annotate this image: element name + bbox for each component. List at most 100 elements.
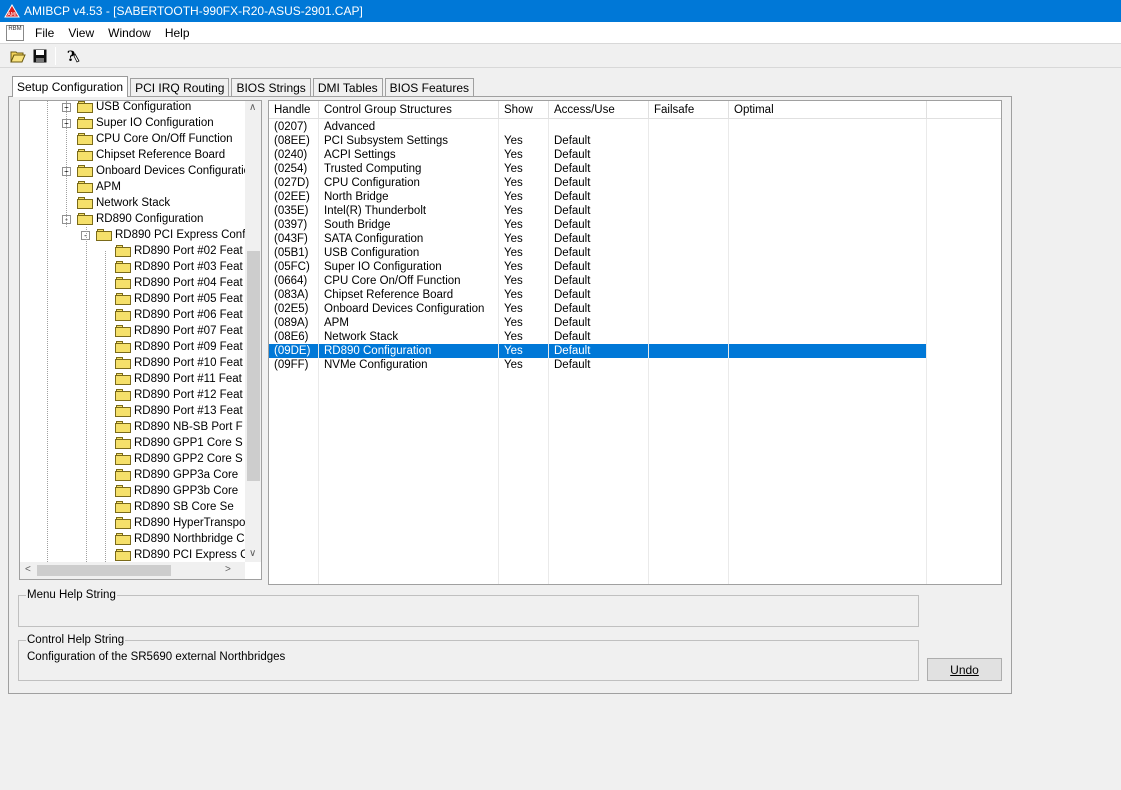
table-row[interactable]: (0240) ACPI Settings Yes Default [269, 148, 927, 162]
tree-vertical-scroll-thumb[interactable] [247, 251, 260, 481]
table-cell: Yes [504, 345, 523, 357]
table-cell: Yes [504, 303, 523, 315]
tree-item[interactable]: RD890 Port #02 Feat [100, 243, 243, 259]
tab-bios-strings[interactable]: BIOS Strings [231, 78, 311, 97]
column-header[interactable]: Show [499, 101, 549, 119]
save-icon[interactable] [29, 46, 51, 66]
scroll-down-arrow-icon[interactable]: ∨ [249, 548, 256, 559]
help-icon[interactable]: ? [62, 46, 84, 66]
tree-item[interactable]: RD890 GPP3a Core [100, 467, 238, 483]
tree-item[interactable]: RD890 Port #10 Feat [100, 355, 243, 371]
table-cell: (035E) [274, 205, 309, 217]
scroll-left-arrow-icon[interactable]: < [25, 564, 31, 575]
table-cell [649, 176, 729, 190]
menu-view[interactable]: View [61, 26, 101, 40]
table-row[interactable]: (027D) CPU Configuration Yes Default [269, 176, 927, 190]
table-cell: (0397) [274, 219, 308, 231]
menu-help[interactable]: Help [158, 26, 197, 40]
tree-item[interactable]: RD890 PCI Express C [100, 547, 245, 562]
tab-setup-configuration[interactable]: Setup Configuration [12, 76, 129, 97]
folder-icon [77, 197, 93, 209]
tree-item[interactable]: RD890 Port #04 Feat [100, 275, 243, 291]
tab-dmi-tables[interactable]: DMI Tables [312, 78, 383, 97]
tree-item-label: RD890 Port #05 Feat [134, 293, 243, 305]
tree-item[interactable]: RD890 GPP2 Core S [100, 451, 243, 467]
tree-item[interactable]: CPU Core On/Off Function [62, 131, 233, 147]
table-row[interactable]: (08E6) Network Stack Yes Default [269, 330, 927, 344]
tree-item[interactable]: RD890 Port #11 Feat [100, 371, 242, 387]
table-row[interactable]: (05FC) Super IO Configuration Yes Default [269, 260, 927, 274]
column-header[interactable]: Control Group Structures [319, 101, 499, 119]
table-row[interactable]: (08EE) PCI Subsystem Settings Yes Default [269, 134, 927, 148]
system-menu-icon[interactable]: RBM [6, 24, 24, 41]
tree-item[interactable]: Chipset Reference Board [62, 147, 225, 163]
table-cell [729, 302, 927, 316]
menu-file[interactable]: File [28, 26, 61, 40]
column-header[interactable]: Optimal [729, 101, 927, 119]
tree-item[interactable]: RD890 SB Core Se [100, 499, 234, 515]
grid-header: Handle Control Group Structures Show Access… [269, 101, 1001, 119]
table-cell: Network Stack [324, 331, 399, 343]
tree-item[interactable]: RD890 Port #07 Feat [100, 323, 243, 339]
tree-item[interactable]: - RD890 PCI Express Conf [81, 227, 245, 243]
table-row[interactable]: (0254) Trusted Computing Yes Default [269, 162, 927, 176]
tree-item[interactable]: + USB Configuration [62, 101, 191, 115]
tree-item[interactable]: APM [62, 179, 121, 195]
folder-icon [115, 389, 131, 401]
undo-button[interactable]: Undo [927, 658, 1002, 681]
window-title: AMIBCP v4.53 - [SABERTOOTH-990FX-R20-ASU… [24, 4, 363, 18]
toolbar-separator [55, 46, 56, 65]
table-row[interactable]: (083A) Chipset Reference Board Yes Default [269, 288, 927, 302]
table-cell: (09FF) [274, 359, 309, 371]
table-row[interactable]: (0207) Advanced [269, 120, 927, 134]
control-group-grid[interactable]: Handle Control Group Structures Show Access… [268, 100, 1002, 585]
table-row[interactable]: (0397) South Bridge Yes Default [269, 218, 927, 232]
tree-item[interactable]: RD890 Port #12 Feat [100, 387, 243, 403]
table-row[interactable]: (0664) CPU Core On/Off Function Yes Default [269, 274, 927, 288]
tab-bios-features[interactable]: BIOS Features [384, 78, 474, 97]
open-icon[interactable] [7, 46, 29, 66]
table-row[interactable]: (05B1) USB Configuration Yes Default [269, 246, 927, 260]
tree-item[interactable]: RD890 Port #09 Feat [100, 339, 243, 355]
scroll-up-arrow-icon[interactable]: ∧ [249, 102, 256, 113]
table-cell [649, 316, 729, 330]
tab-pci-irq-routing[interactable]: PCI IRQ Routing [130, 78, 230, 97]
table-row[interactable]: (02E5) Onboard Devices Configuration Yes De… [269, 302, 927, 316]
tree-item[interactable]: RD890 Northbridge C [100, 531, 245, 547]
scroll-right-arrow-icon[interactable]: > [225, 564, 231, 575]
tree-item[interactable]: + Onboard Devices Configuratio [62, 163, 245, 179]
tree-item[interactable]: RD890 Port #05 Feat [100, 291, 243, 307]
tree-item[interactable]: RD890 Port #13 Feat [100, 403, 243, 419]
table-row[interactable]: (09DE) RD890 Configuration Yes Default [269, 344, 927, 358]
tree-item[interactable]: RD890 GPP1 Core S [100, 435, 243, 451]
column-header[interactable]: Handle [269, 101, 319, 119]
table-row[interactable]: (09FF) NVMe Configuration Yes Default [269, 358, 927, 372]
tree-horizontal-scroll-thumb[interactable] [37, 565, 171, 576]
table-row[interactable]: (035E) Intel(R) Thunderbolt Yes Default [269, 204, 927, 218]
setup-tree[interactable]: + USB Configuration + Super IO Configuratio… [19, 100, 262, 580]
tree-item[interactable]: Network Stack [62, 195, 170, 211]
column-header[interactable]: Failsafe [649, 101, 729, 119]
tree-vertical-scrollbar[interactable]: ∧ ∨ [245, 101, 261, 562]
table-cell [649, 330, 729, 344]
table-row[interactable]: (089A) APM Yes Default [269, 316, 927, 330]
tree-item[interactable]: RD890 GPP3b Core [100, 483, 238, 499]
folder-icon [115, 453, 131, 465]
menu-window[interactable]: Window [101, 26, 158, 40]
tree-item-label: Chipset Reference Board [96, 149, 226, 161]
table-cell: South Bridge [324, 219, 391, 231]
table-cell: (05B1) [274, 247, 309, 259]
table-cell [649, 204, 729, 218]
tree-item[interactable]: RD890 Port #06 Feat [100, 307, 243, 323]
tree-item[interactable]: RD890 NB-SB Port F [100, 419, 243, 435]
app-icon[interactable]: AMI [4, 3, 20, 19]
table-row[interactable]: (02EE) North Bridge Yes Default [269, 190, 927, 204]
tree-horizontal-scrollbar[interactable]: < > [20, 562, 245, 579]
tree-item[interactable]: RD890 HyperTranspo [100, 515, 245, 531]
tree-item[interactable]: - RD890 Configuration [62, 211, 203, 227]
table-cell: Yes [504, 177, 523, 189]
tree-item[interactable]: + Super IO Configuration [62, 115, 214, 131]
tree-item[interactable]: RD890 Port #03 Feat [100, 259, 243, 275]
column-header[interactable]: Access/Use [549, 101, 649, 119]
table-row[interactable]: (043F) SATA Configuration Yes Default [269, 232, 927, 246]
